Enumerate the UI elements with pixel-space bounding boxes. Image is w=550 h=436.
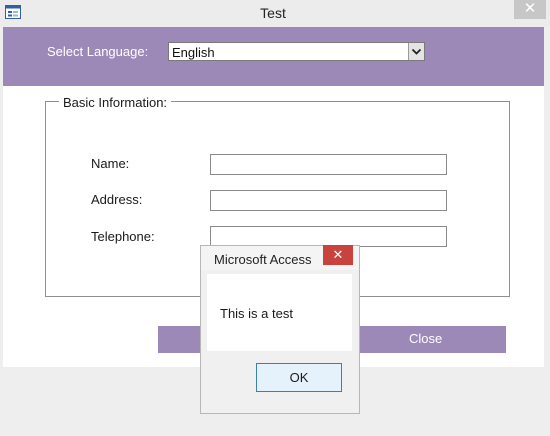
ok-button[interactable]: OK <box>256 363 342 392</box>
dialog-message: This is a test <box>220 306 293 321</box>
telephone-field[interactable] <box>210 226 447 247</box>
name-field[interactable] <box>210 154 447 175</box>
window-close-icon[interactable]: ✕ <box>514 0 546 19</box>
address-label: Address: <box>91 192 143 207</box>
chevron-down-icon[interactable] <box>408 43 424 60</box>
language-select-value: English <box>172 45 215 60</box>
language-label: Select Language: <box>47 44 149 59</box>
group-title: Basic Information: <box>59 95 172 110</box>
address-field[interactable] <box>210 190 447 211</box>
telephone-label: Telephone: <box>91 229 155 244</box>
name-label: Name: <box>91 156 130 171</box>
dialog-close-icon[interactable]: ✕ <box>323 245 353 265</box>
language-select[interactable]: English <box>168 42 425 61</box>
dialog-title: Microsoft Access <box>214 252 312 267</box>
window-title: Test <box>260 5 286 21</box>
close-button-label: Close <box>409 331 443 346</box>
